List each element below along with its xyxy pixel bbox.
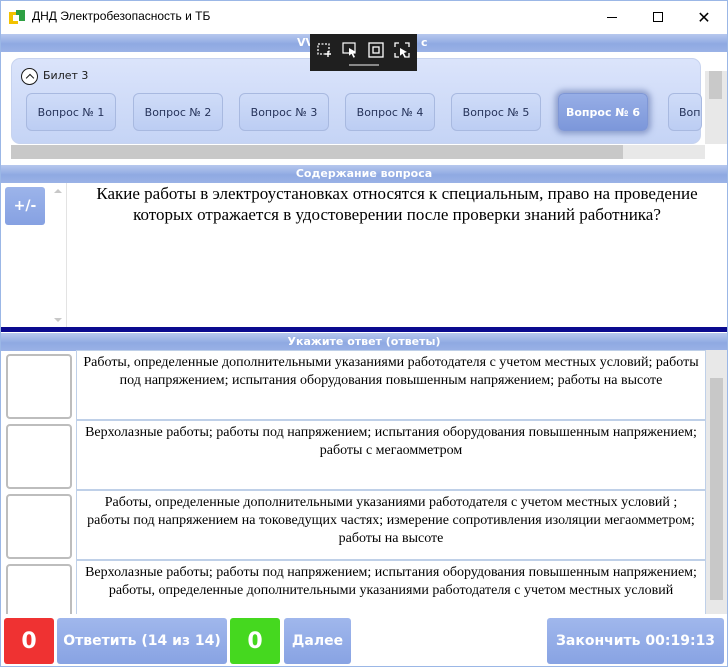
answer-button[interactable]: Ответить (14 из 14)	[57, 618, 227, 664]
minimize-icon	[607, 16, 617, 18]
add-region-icon[interactable]	[316, 41, 334, 59]
bottom-bar: 0 Ответить (14 из 14) 0 Далее Закончить …	[1, 614, 727, 666]
answer-row-2: Верхолазные работы; работы под напряжени…	[1, 420, 727, 490]
maximize-button[interactable]	[635, 1, 681, 33]
right-count-badge: 0	[230, 618, 280, 664]
collapse-chevron-icon[interactable]	[21, 68, 38, 85]
window-capture-icon[interactable]	[393, 41, 411, 59]
answer-row-3: Работы, определенные дополнительными ука…	[1, 490, 727, 560]
app-logo-icon	[9, 10, 25, 24]
answers-scroll-thumb[interactable]	[710, 378, 723, 600]
answer-checkbox-2[interactable]	[6, 424, 72, 489]
question-area: +/- Какие работы в электроустановках отн…	[1, 183, 727, 327]
answer-row-1: Работы, определенные дополнительными ука…	[1, 350, 727, 420]
ticket-label: Билет 3	[43, 69, 89, 82]
ticket-vertical-scroll-thumb[interactable]	[709, 71, 722, 99]
wrong-count-badge: 0	[4, 618, 54, 664]
zoom-toggle-button[interactable]: +/-	[5, 187, 45, 225]
maximize-icon	[653, 12, 663, 22]
scroll-down-arrow-icon[interactable]	[54, 318, 62, 322]
close-button[interactable]: ✕	[681, 1, 727, 33]
answer-checkbox-4[interactable]	[6, 564, 72, 614]
scroll-up-arrow-icon[interactable]	[54, 189, 62, 193]
question-button-1[interactable]: Вопрос № 1	[26, 93, 116, 131]
question-button-5[interactable]: Вопрос № 5	[451, 93, 541, 131]
answers-header: Укажите ответ (ответы)	[1, 333, 727, 351]
title-bar: ДНД Электробезопасность и ТБ ✕	[1, 1, 727, 33]
drag-handle[interactable]	[349, 64, 379, 66]
app-window: ДНД Электробезопасность и ТБ ✕ VV с Биле…	[0, 0, 728, 667]
section-divider	[1, 327, 727, 332]
answer-text-3[interactable]: Работы, определенные дополнительными ука…	[76, 490, 706, 560]
questions-header-end: с	[421, 36, 428, 49]
answer-row-4: Верхолазные работы; работы под напряжени…	[1, 560, 727, 614]
fullscreen-icon[interactable]	[367, 41, 385, 59]
question-button-2[interactable]: Вопрос № 2	[133, 93, 223, 131]
answer-text-2[interactable]: Верхолазные работы; работы под напряжени…	[76, 420, 706, 490]
question-button-3[interactable]: Вопрос № 3	[239, 93, 329, 131]
content-header: Содержание вопроса	[1, 165, 727, 183]
question-scrollbar[interactable]	[49, 183, 67, 327]
window-title: ДНД Электробезопасность и ТБ	[32, 9, 211, 23]
answer-checkbox-1[interactable]	[6, 354, 72, 419]
close-icon: ✕	[697, 7, 711, 27]
answer-text-4[interactable]: Верхолазные работы; работы под напряжени…	[76, 560, 706, 614]
minimize-button[interactable]	[589, 1, 635, 33]
answer-checkbox-3[interactable]	[6, 494, 72, 559]
select-cursor-icon[interactable]	[341, 41, 359, 59]
overlay-toolbar	[310, 34, 417, 71]
answers-list: Работы, определенные дополнительными ука…	[1, 350, 727, 614]
question-text: Какие работы в электроустановках относят…	[96, 184, 698, 224]
ticket-horizontal-scroll-thumb[interactable]	[11, 145, 623, 159]
next-button[interactable]: Далее	[284, 618, 351, 664]
question-button-4[interactable]: Вопрос № 4	[345, 93, 435, 131]
finish-button[interactable]: Закончить 00:19:13	[547, 618, 724, 664]
question-button-7[interactable]: Вопр	[668, 93, 702, 131]
answer-text-1[interactable]: Работы, определенные дополнительными ука…	[76, 350, 706, 420]
question-button-6[interactable]: Вопрос № 6	[558, 93, 648, 131]
